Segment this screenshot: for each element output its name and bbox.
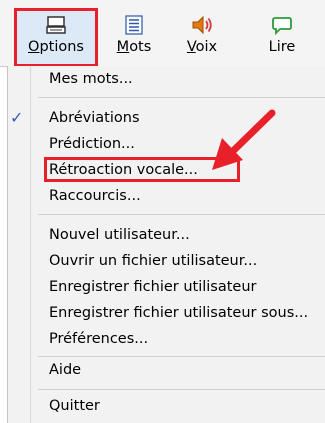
lire-button[interactable]: Lire xyxy=(256,8,308,64)
mots-label: ots xyxy=(129,39,152,55)
menu-separator xyxy=(38,356,325,357)
menu-item-enregistrer-sous[interactable]: Enregistrer fichier utilisateur sous... xyxy=(49,304,308,322)
menu-item-ouvrir-fichier[interactable]: Ouvrir un fichier utilisateur... xyxy=(49,252,257,270)
menu-separator xyxy=(38,389,325,390)
menu-gutter-line xyxy=(30,66,31,423)
menu-item-preferences[interactable]: Préférences... xyxy=(49,330,148,348)
voix-label-accel: V xyxy=(186,39,196,55)
options-label: ptions xyxy=(39,39,84,55)
voix-button[interactable]: Voix xyxy=(176,8,228,64)
menu-item-enregistrer[interactable]: Enregistrer fichier utilisateur xyxy=(49,278,257,296)
toolbar: Options Mots Voix Lire xyxy=(0,0,325,67)
options-label-accel: O xyxy=(28,39,40,55)
speaker-icon xyxy=(190,8,214,36)
menu-item-aide[interactable]: Aide xyxy=(49,361,81,379)
menu-item-quitter[interactable]: Quitter xyxy=(49,397,100,415)
list-icon xyxy=(124,8,144,36)
voix-label: oix xyxy=(195,39,218,55)
menu-separator xyxy=(38,97,325,98)
menu-item-mes-mots[interactable]: Mes mots... xyxy=(49,70,133,88)
menu-item-abreviations[interactable]: Abréviations xyxy=(49,109,140,127)
check-icon: ✓ xyxy=(10,108,24,127)
lire-label: Lire xyxy=(268,39,296,55)
menu-item-raccourcis[interactable]: Raccourcis... xyxy=(49,187,141,205)
mots-label-accel: M xyxy=(116,39,130,55)
menu-separator xyxy=(38,214,325,215)
menu-item-nouvel-utilisateur[interactable]: Nouvel utilisateur... xyxy=(49,226,190,244)
speech-bubble-icon xyxy=(271,8,293,36)
menu-item-retroaction-vocale[interactable]: Rétroaction vocale... xyxy=(49,161,198,179)
mots-button[interactable]: Mots xyxy=(108,8,160,64)
options-button[interactable]: Options xyxy=(15,8,97,64)
menu-item-prediction[interactable]: Prédiction... xyxy=(49,135,135,153)
keyboard-icon xyxy=(45,8,67,36)
